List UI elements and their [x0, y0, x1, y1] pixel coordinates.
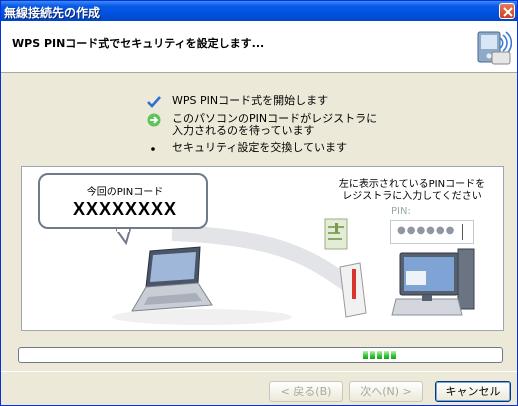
instruction-line1: 左に表示されているPINコードを: [338, 179, 486, 190]
progress-chunk: [377, 351, 382, 359]
cancel-button[interactable]: キャンセル: [435, 381, 511, 402]
step-label: セキュリティ設定を交換しています: [172, 141, 348, 154]
instruction-line2: レジストラに入力してください: [342, 191, 482, 202]
pin-field-value: ●●●●●●: [397, 225, 456, 236]
window-title: 無線接続先の作成: [4, 6, 101, 20]
text-cursor-icon: [462, 224, 463, 240]
progress-bar: [18, 347, 503, 363]
step-label-line2: 入力されるのを待っています: [172, 124, 315, 137]
wps-illustration: 今回のPINコード XXXXXXXX 左に表示されているPINコードを レジスト…: [21, 166, 504, 331]
button-divider: [1, 371, 517, 372]
wizard-window: 無線接続先の作成 WPS PINコード式でセキュリティを設定します... WPS…: [0, 0, 518, 406]
step-label: WPS PINコード式を開始します: [172, 94, 329, 107]
pin-field-illustration: ●●●●●●: [390, 220, 474, 244]
next-button[interactable]: 次へ(N) >: [349, 381, 423, 402]
laptop-icon: [131, 246, 213, 312]
wireless-computer-icon: [477, 31, 512, 65]
pin-label: 今回のPINコード: [86, 187, 164, 198]
check-icon: [147, 96, 161, 108]
desktop-computer-icon: [391, 248, 475, 316]
title-bar[interactable]: 無線接続先の作成: [1, 1, 517, 21]
registrar-instruction: 左に表示されているPINコードを レジストラに入力してください: [327, 179, 497, 203]
arrow-right-icon: [147, 113, 161, 127]
step-label: このパソコンのPINコードがレジストラに 入力されるのを待っています: [172, 113, 377, 137]
page-title: WPS PINコード式でセキュリティを設定します...: [12, 37, 265, 50]
progress-chunk: [391, 351, 396, 359]
progress-chunk: [370, 351, 375, 359]
pin-field-label: PIN:: [391, 206, 411, 217]
bubble-tail-icon: [116, 229, 131, 245]
progress-chunk: [384, 351, 389, 359]
progress-marquee: [363, 351, 396, 359]
wizard-header: WPS PINコード式でセキュリティを設定します...: [1, 21, 517, 73]
pin-speech-bubble: 今回のPINコード XXXXXXXX: [38, 173, 208, 245]
back-button[interactable]: < 戻る(B): [269, 381, 343, 402]
close-icon: [503, 7, 513, 17]
pin-code: XXXXXXXX: [72, 199, 178, 219]
progress-chunk: [363, 351, 368, 359]
bullet-icon: [151, 147, 155, 151]
close-button[interactable]: [499, 3, 515, 19]
